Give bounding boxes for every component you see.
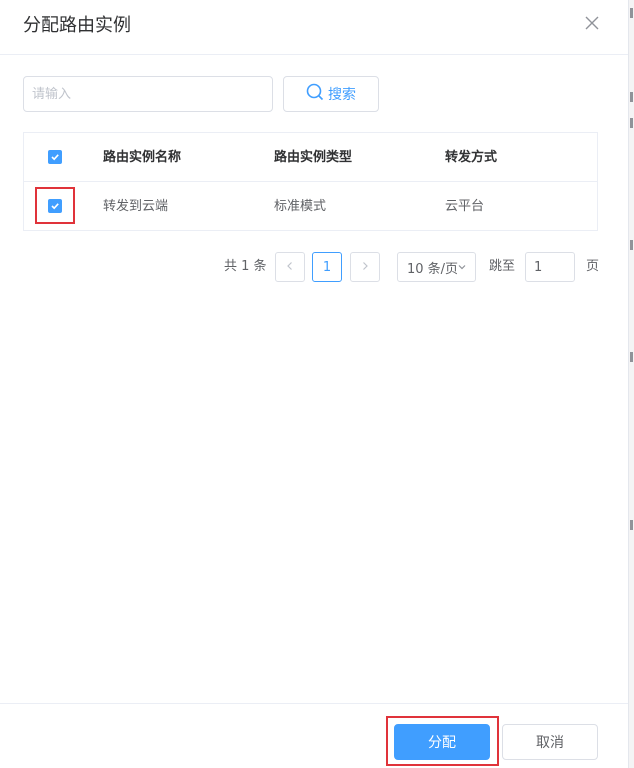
chevron-down-icon	[457, 261, 467, 276]
next-page-button[interactable]	[350, 252, 380, 282]
edge-mark	[630, 118, 633, 128]
search-input[interactable]	[23, 76, 273, 112]
edge-mark	[630, 520, 633, 530]
edge-mark	[630, 92, 633, 102]
chevron-left-icon	[285, 260, 295, 275]
page-size-value: 10 条/页	[407, 261, 459, 277]
edge-mark	[630, 8, 633, 18]
prev-page-button[interactable]	[275, 252, 305, 282]
jump-label: 跳至	[489, 259, 516, 274]
cancel-button[interactable]: 取消	[502, 724, 598, 760]
assign-button[interactable]: 分配	[394, 724, 490, 760]
chevron-right-icon	[360, 260, 370, 275]
edge-mark	[630, 240, 633, 250]
close-icon[interactable]	[582, 13, 602, 33]
column-header-name: 路由实例名称	[103, 150, 182, 165]
search-button-label: 搜索	[328, 87, 356, 103]
page-suffix: 页	[586, 259, 600, 274]
route-instance-table: 路由实例名称 路由实例类型 转发方式 转发到云端 标准模式 云平台	[23, 132, 598, 231]
search-icon	[306, 83, 324, 105]
jump-page-input[interactable]	[525, 252, 575, 282]
table-header-row: 路由实例名称 路由实例类型 转发方式	[24, 133, 597, 182]
select-all-checkbox[interactable]	[48, 150, 62, 164]
search-button[interactable]: 搜索	[283, 76, 379, 112]
row-checkbox[interactable]	[48, 199, 62, 213]
dialog-title: 分配路由实例	[23, 15, 131, 36]
page-size-select[interactable]: 10 条/页	[397, 252, 476, 282]
background-page-edge	[628, 0, 634, 768]
cell-forward-mode: 云平台	[445, 199, 485, 214]
page-number-button[interactable]: 1	[312, 252, 342, 282]
dialog-header: 分配路由实例	[0, 0, 628, 55]
pagination-total: 共 1 条	[224, 259, 267, 274]
table-row[interactable]: 转发到云端 标准模式 云平台	[24, 182, 597, 231]
column-header-type: 路由实例类型	[274, 150, 353, 165]
assign-route-instance-dialog: 分配路由实例 搜索 路由实例名称 路由实例类型 转发方式 转发到云端 标准模式 …	[0, 0, 628, 768]
cell-instance-type: 标准模式	[274, 199, 327, 214]
column-header-forward-mode: 转发方式	[445, 150, 498, 165]
cell-instance-name: 转发到云端	[103, 199, 169, 214]
edge-mark	[630, 352, 633, 362]
